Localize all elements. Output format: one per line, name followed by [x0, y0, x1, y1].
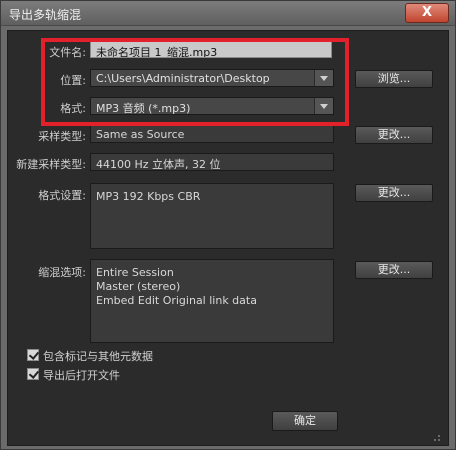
format-value: MP3 音频 (*.mp3): [96, 102, 191, 115]
close-button[interactable]: X: [405, 3, 449, 23]
format-settings-value: MP3 192 Kbps CBR: [96, 190, 201, 203]
mixdown-options-box: Entire Session Master (stereo) Embed Edi…: [90, 259, 334, 343]
format-settings-box: MP3 192 Kbps CBR: [90, 183, 334, 249]
dialog-title: 导出多轨缩混: [9, 8, 82, 22]
filename-label: 文件名:: [49, 46, 86, 59]
resize-grip[interactable]: [438, 439, 440, 441]
new-sample-type-label: 新建采样类型:: [16, 158, 86, 171]
dialog-body: 文件名: 未命名项目 1_缩混.mp3 位置: C:\Users\Adminis…: [7, 30, 449, 446]
title-bar: 导出多轨缩混 X: [1, 1, 455, 26]
ok-button[interactable]: 确定: [272, 411, 338, 431]
mixdown-option-line: Entire Session: [96, 266, 174, 279]
mixdown-options-label: 缩混选项:: [38, 266, 86, 279]
location-label: 位置:: [60, 74, 86, 87]
export-multitrack-dialog: 导出多轨缩混 X 文件名: 未命名项目 1_缩混.mp3 位置: C:\User…: [0, 0, 456, 450]
resize-grip[interactable]: [434, 439, 436, 441]
close-icon: X: [421, 5, 433, 20]
mixdown-option-line: Master (stereo): [96, 280, 181, 293]
open-after-export-label: 导出后打开文件: [43, 369, 120, 382]
chevron-down-icon[interactable]: [314, 70, 333, 86]
change-format-settings-button[interactable]: 更改...: [355, 184, 433, 202]
format-settings-label: 格式设置:: [38, 189, 86, 202]
change-sample-type-button[interactable]: 更改...: [355, 126, 433, 144]
chevron-down-icon[interactable]: [314, 98, 333, 114]
browse-button[interactable]: 浏览...: [355, 70, 433, 88]
location-dropdown[interactable]: C:\Users\Administrator\Desktop: [90, 69, 334, 87]
filename-input[interactable]: 未命名项目 1_缩混.mp3: [90, 41, 332, 58]
format-label: 格式:: [60, 102, 86, 115]
change-mixdown-options-button[interactable]: 更改...: [355, 261, 433, 279]
sample-type-value: Same as Source: [90, 125, 334, 143]
resize-grip[interactable]: [438, 435, 440, 437]
sample-type-label: 采样类型:: [38, 130, 86, 143]
open-after-export-checkbox[interactable]: [27, 368, 39, 380]
format-dropdown[interactable]: MP3 音频 (*.mp3): [90, 97, 334, 115]
new-sample-type-value: 44100 Hz 立体声, 32 位: [90, 153, 334, 171]
location-value: C:\Users\Administrator\Desktop: [96, 72, 270, 85]
mixdown-option-line: Embed Edit Original link data: [96, 294, 257, 307]
include-markers-label: 包含标记与其他元数据: [43, 350, 153, 363]
include-markers-checkbox[interactable]: [27, 349, 39, 361]
